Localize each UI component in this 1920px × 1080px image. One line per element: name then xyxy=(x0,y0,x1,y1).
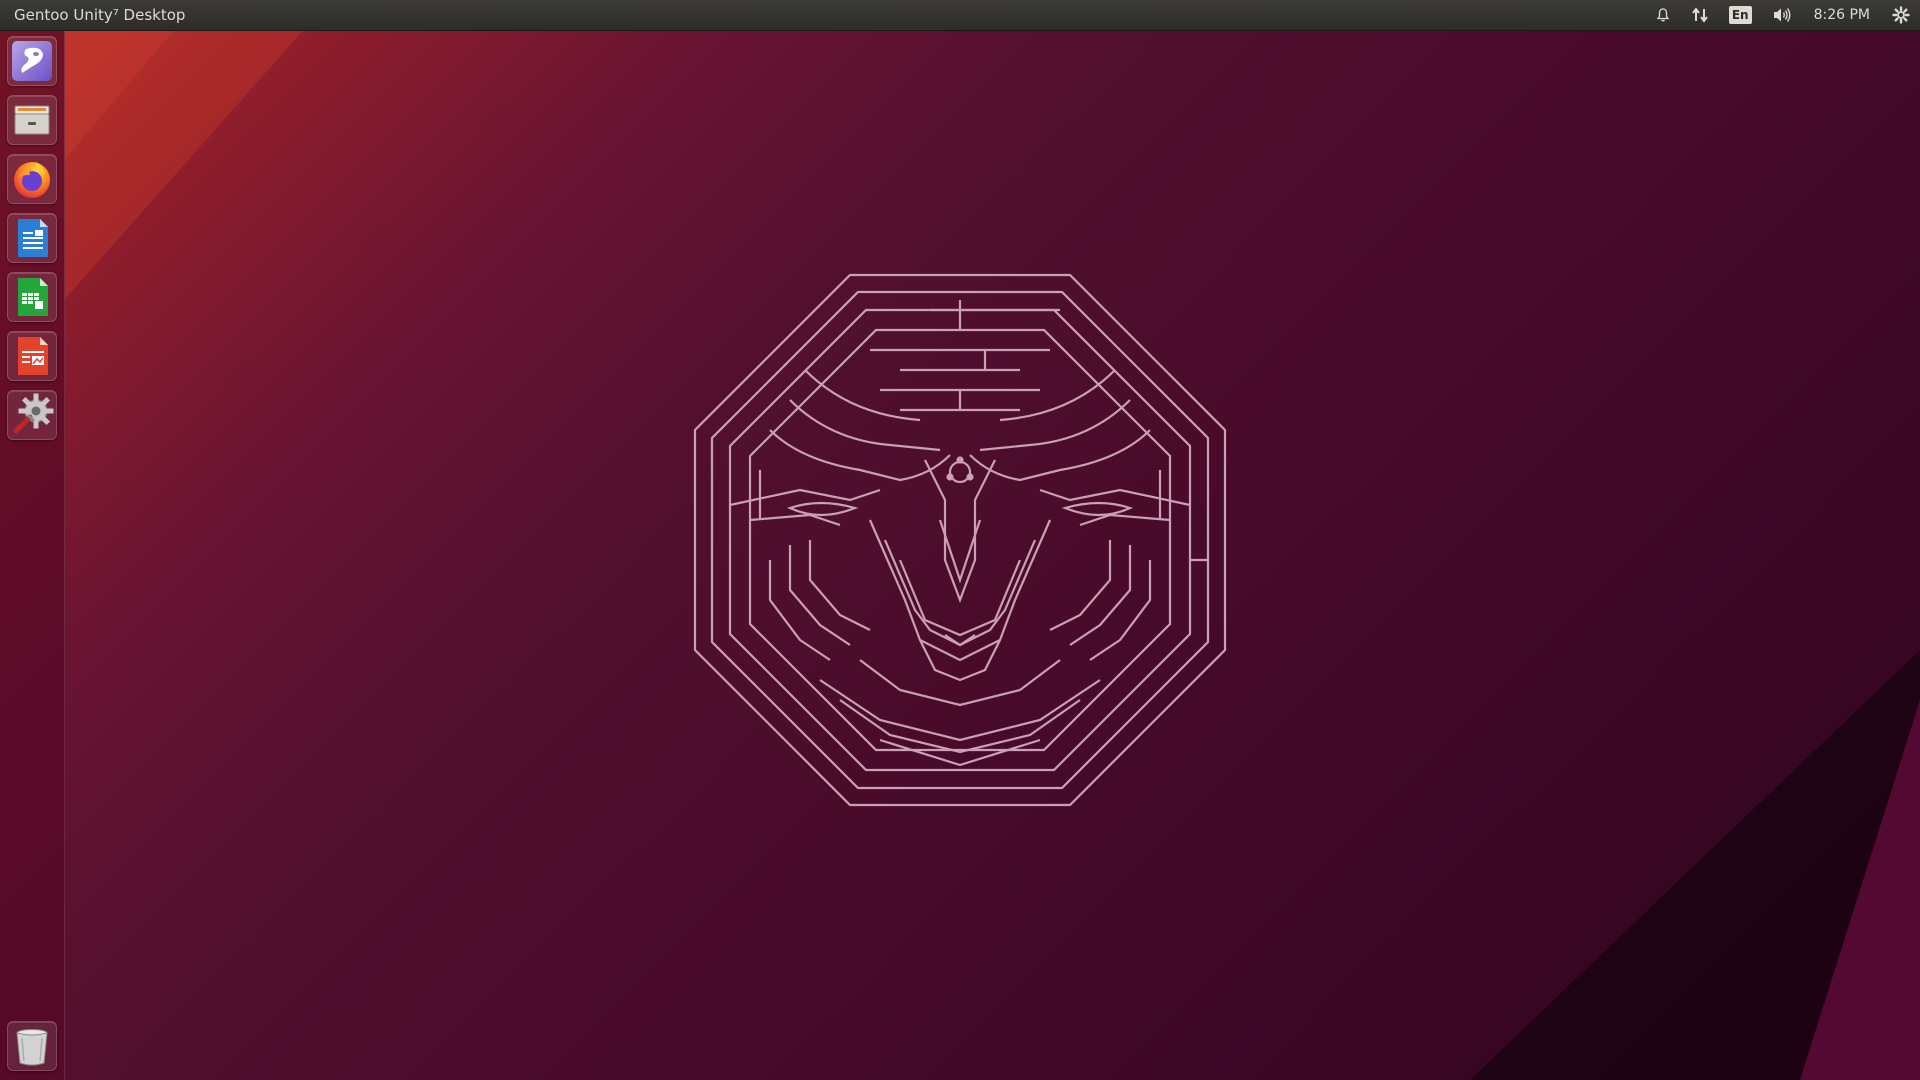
libreoffice-writer-icon xyxy=(18,219,48,257)
launcher-item-calc[interactable] xyxy=(7,272,57,322)
launcher-item-gentoo[interactable] xyxy=(7,36,57,86)
trash-icon xyxy=(16,1029,48,1066)
launcher-item-file-manager[interactable] xyxy=(7,95,57,145)
top-panel: Gentoo Unity⁷ Desktop En 8:26 PM xyxy=(0,0,1920,31)
launcher-item-trash[interactable] xyxy=(7,1021,57,1071)
file-cabinet-icon xyxy=(14,105,50,135)
keyboard-layout-label: En xyxy=(1728,6,1752,24)
system-settings-icon xyxy=(13,393,54,434)
launcher-item-writer[interactable] xyxy=(7,213,57,263)
firefox-icon xyxy=(14,162,50,198)
libreoffice-calc-icon xyxy=(18,278,48,316)
session-gear-icon[interactable] xyxy=(1882,0,1920,30)
volume-icon[interactable] xyxy=(1762,0,1802,30)
wallpaper-art xyxy=(64,0,1920,1080)
notification-bell-icon[interactable] xyxy=(1645,0,1681,30)
desktop-wallpaper[interactable] xyxy=(0,0,1920,1080)
keyboard-layout-indicator[interactable]: En xyxy=(1719,0,1762,30)
indicator-area: En 8:26 PM xyxy=(1645,0,1920,30)
gentoo-logo-icon xyxy=(12,41,52,81)
network-arrows-icon[interactable] xyxy=(1681,0,1719,30)
libreoffice-impress-icon xyxy=(18,337,48,375)
launcher-item-impress[interactable] xyxy=(7,331,57,381)
panel-title: Gentoo Unity⁷ Desktop xyxy=(14,6,186,24)
launcher-item-firefox[interactable] xyxy=(7,154,57,204)
launcher xyxy=(0,31,65,1080)
launcher-item-settings[interactable] xyxy=(7,390,57,440)
clock[interactable]: 8:26 PM xyxy=(1802,0,1882,30)
maze-bull-head-icon xyxy=(693,273,1227,807)
